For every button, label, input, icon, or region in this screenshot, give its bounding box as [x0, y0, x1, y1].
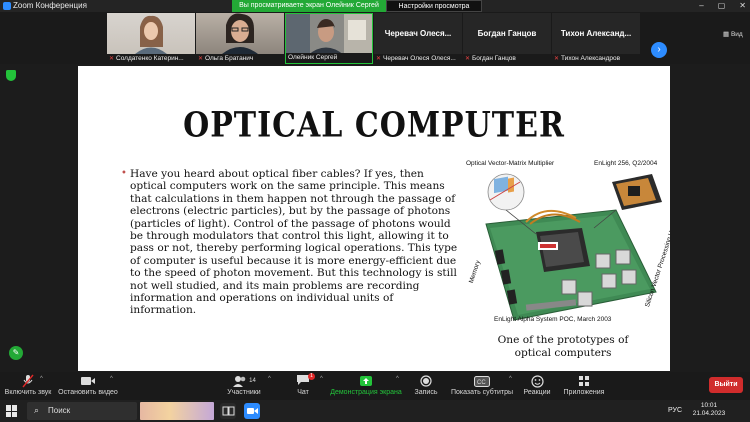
chat-button[interactable]: 1 Чат [286, 372, 320, 400]
participant-tile[interactable]: Богдан Ганцов ✕ Богдан Ганцов [463, 13, 551, 64]
chat-bubble-icon: 1 [286, 373, 320, 388]
input-language[interactable]: РУС [668, 407, 682, 414]
show-captions-button[interactable]: CC Показать субтитры [450, 372, 514, 400]
participant-video [196, 13, 284, 54]
share-screen-button[interactable]: Демонстрация экрана [330, 372, 402, 400]
security-shield-icon[interactable] [6, 70, 16, 81]
system-clock[interactable]: 10:01 21.04.2023 [690, 402, 728, 418]
participant-name: ✕ Тихон Александров [552, 54, 640, 64]
participant-gallery: ✕Солдатенко Катерин... ✕Ольга Братанич [0, 12, 750, 64]
svg-text:CC: CC [477, 380, 486, 386]
person-image [222, 13, 258, 54]
participant-video [286, 14, 372, 55]
maximize-icon[interactable]: ▢ [718, 0, 726, 12]
person-image [286, 14, 372, 55]
slide-paragraph: Have you heard about optical fiber cable… [130, 168, 458, 317]
participant-display-name: Черевач Олеся... [384, 29, 452, 38]
record-button[interactable]: Запись [408, 372, 444, 400]
share-screen-icon [330, 374, 402, 388]
reaction-smiley-icon [520, 374, 554, 388]
task-view-icon[interactable] [220, 403, 236, 419]
title-bar: Zoom Конференция Вы просматриваете экран… [0, 0, 750, 12]
apps-grid-icon [560, 374, 608, 388]
record-icon [408, 374, 444, 388]
mic-muted-icon: ✕ [109, 56, 115, 62]
reactions-button[interactable]: Реакции [520, 372, 554, 400]
participant-name: ✕ Богдан Ганцов [463, 54, 551, 64]
figure-label-enlight: EnLight 256, Q2/2004 [594, 160, 658, 167]
chat-unread-badge: 1 [308, 373, 315, 380]
circuit-board-image [485, 173, 662, 321]
participant-display-name: Богдан Ганцов [477, 29, 537, 38]
apps-button[interactable]: Приложения [560, 372, 608, 400]
next-page-arrow-icon[interactable]: › [651, 42, 667, 58]
taskbar-search-box[interactable]: ⌕ Поиск [27, 402, 137, 420]
search-icon: ⌕ [34, 405, 40, 415]
annotate-pencil-icon[interactable]: ✎ [9, 346, 23, 360]
participant-tile[interactable]: Черевач Олеся... ✕ Черевач Олеся Олеся... [374, 13, 462, 64]
window-controls: – ▢ ✕ [699, 0, 746, 12]
zoom-taskbar-icon[interactable] [244, 403, 260, 419]
participants-options-chevron-icon[interactable]: ^ [268, 376, 271, 382]
figure-caption: One of the prototypes of optical compute… [497, 334, 629, 359]
mic-muted-icon: ✕ [554, 56, 560, 62]
meeting-toolbar: Включить звук ^ Остановить видео ^ 14 Уч… [0, 372, 750, 400]
captions-cc-icon: CC [450, 374, 514, 388]
participant-tile[interactable]: Тихон Александ... ✕ Тихон Александров [552, 13, 640, 64]
windows-taskbar: ⌕ Поиск РУС 10:01 21.04.2023 [0, 400, 750, 422]
screen-share-banner: Вы просматриваете экран Олейник Сергей [232, 0, 386, 12]
participant-name: ✕ Черевач Олеся Олеся... [374, 54, 462, 64]
slide-body: • Have you heard about optical fiber cab… [121, 168, 462, 317]
view-settings-button[interactable]: Настройки просмотра [386, 0, 482, 12]
zoom-app-icon [3, 2, 11, 10]
slide-title: OPTICAL COMPUTER [183, 105, 565, 146]
participants-button[interactable]: 14 Участники [222, 372, 266, 400]
participant-video [107, 13, 195, 54]
windows-start-icon[interactable] [6, 405, 18, 417]
close-icon[interactable]: ✕ [739, 0, 746, 12]
mic-muted-icon: ✕ [376, 56, 382, 62]
leave-meeting-button[interactable]: Выйти [709, 377, 743, 393]
video-options-chevron-icon[interactable]: ^ [110, 376, 113, 382]
participant-tile[interactable]: ✕ Солдатенко Катерин... [107, 13, 195, 64]
participants-count: 14 [249, 378, 256, 384]
shared-screen-slide: OPTICAL COMPUTER • Have you heard about … [78, 66, 670, 371]
view-toggle[interactable]: ▦ Вид [723, 30, 743, 38]
participant-tile-active-speaker[interactable]: Олейник Сергей [285, 13, 373, 64]
chat-options-chevron-icon[interactable]: ^ [320, 376, 323, 382]
participant-tile[interactable]: ✕ Ольга Братанич [196, 13, 284, 64]
figure-label-vmm: Optical Vector-Matrix Multiplier [466, 160, 555, 167]
participant-name: ✕ Солдатенко Катерин... [107, 54, 195, 64]
window-title: Zoom Конференция [13, 1, 87, 10]
minimize-icon[interactable]: – [699, 0, 703, 12]
participant-name: Олейник Сергей [286, 53, 372, 63]
mic-off-icon [0, 374, 56, 388]
optical-computer-figure: Optical Vector-Matrix Multiplier EnLight… [466, 160, 670, 332]
participant-name: ✕ Ольга Братанич [196, 54, 284, 64]
captions-options-chevron-icon[interactable]: ^ [509, 376, 512, 382]
share-options-chevron-icon[interactable]: ^ [396, 376, 399, 382]
person-image [135, 15, 167, 54]
search-highlight-image [140, 402, 214, 420]
participant-display-name: Тихон Александ... [560, 29, 632, 38]
zoom-window: Zoom Конференция Вы просматриваете экран… [0, 0, 750, 422]
unmute-button[interactable]: Включить звук [0, 372, 56, 400]
figure-label-alpha: EnLight Alpha System POC, March 2003 [494, 316, 612, 323]
mic-muted-icon: ✕ [198, 56, 204, 62]
audio-options-chevron-icon[interactable]: ^ [40, 376, 43, 382]
participants-icon: 14 [222, 374, 266, 388]
bullet-icon: • [121, 168, 127, 179]
mic-muted-icon: ✕ [465, 56, 471, 62]
